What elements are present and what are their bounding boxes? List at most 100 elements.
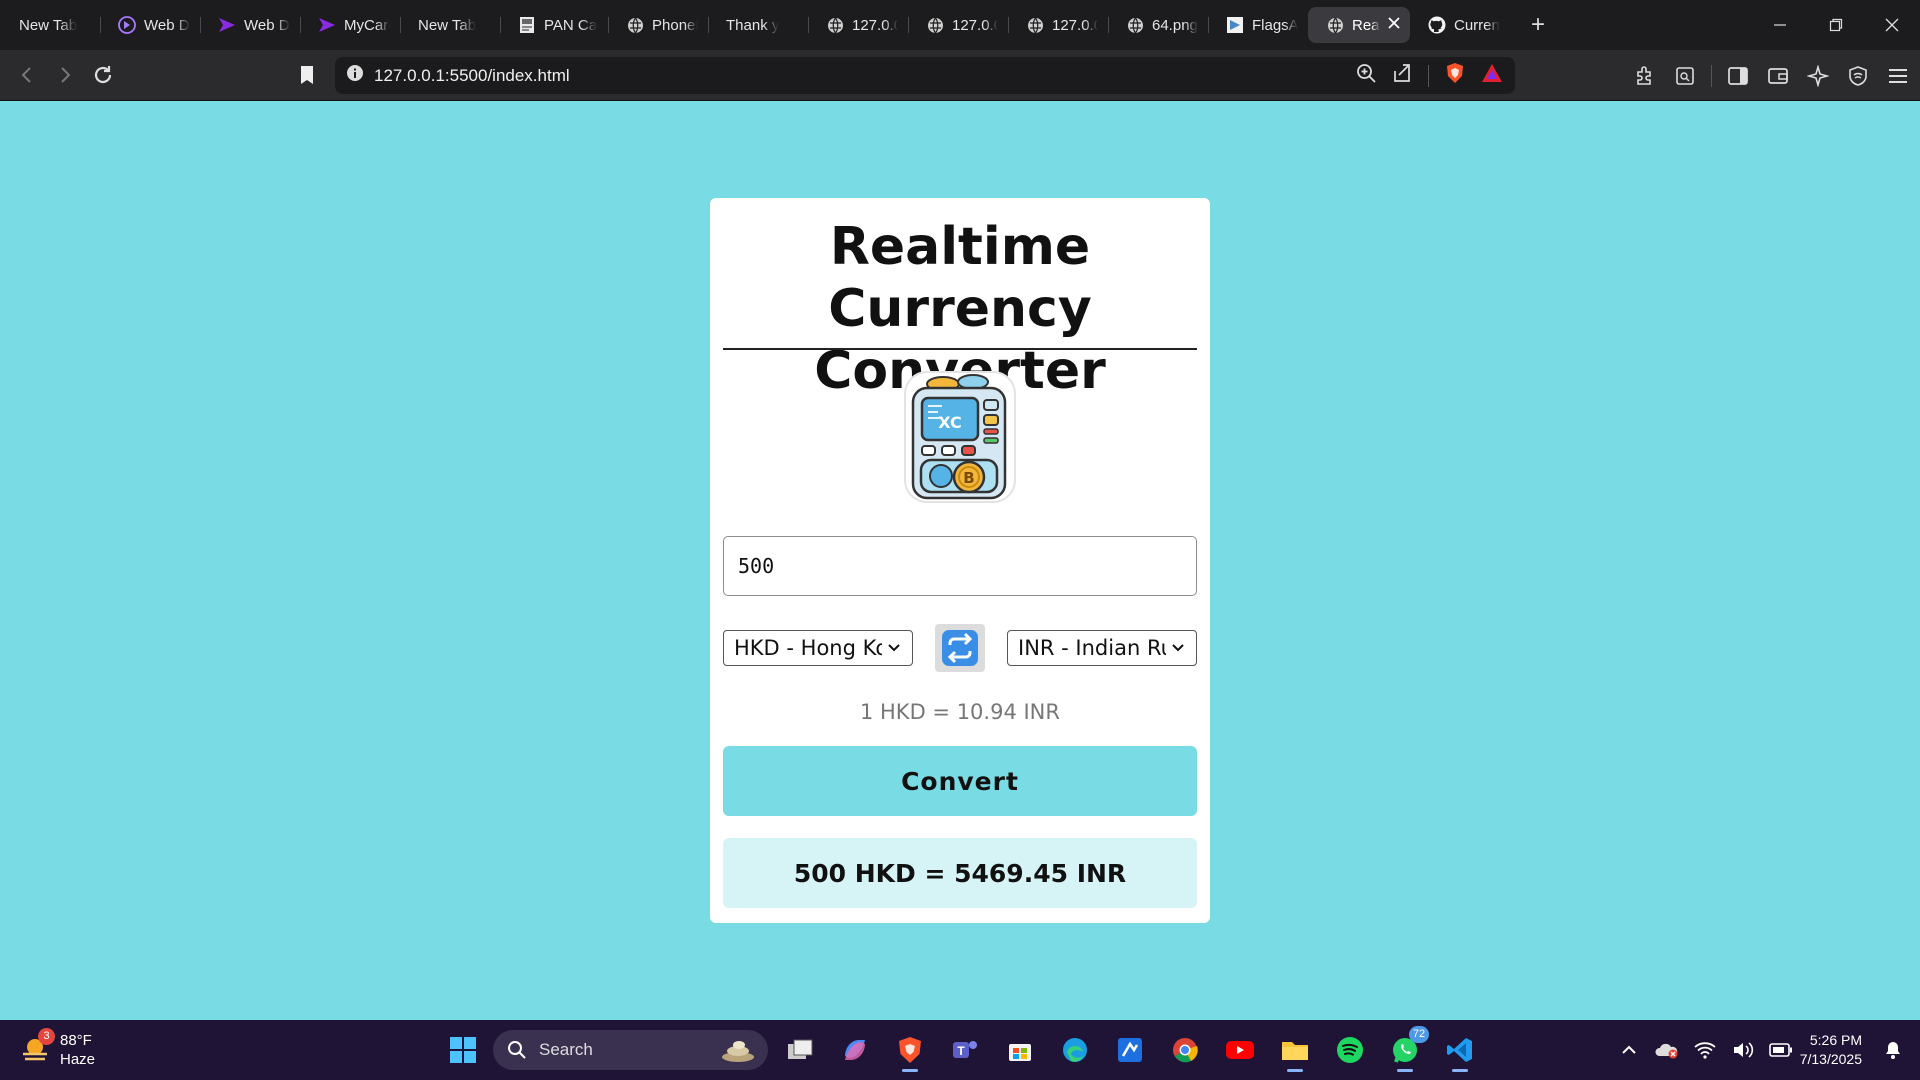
taskbar-clock[interactable]: 5:26 PM 7/13/2025	[1800, 1031, 1862, 1069]
zoom-icon[interactable]	[1356, 63, 1376, 88]
chevron-brand-icon	[318, 16, 336, 34]
convert-button[interactable]: Convert	[723, 746, 1197, 816]
chrome-icon[interactable]	[1165, 1030, 1205, 1070]
teams-icon[interactable]: T	[945, 1030, 985, 1070]
close-icon	[1885, 18, 1899, 32]
microsoft-store-icon[interactable]	[1000, 1030, 1040, 1070]
minimize-button[interactable]	[1752, 0, 1808, 50]
browser-tab[interactable]: 127.0.0	[808, 7, 908, 43]
search-label: Search	[539, 1040, 593, 1059]
minimize-icon	[1774, 24, 1786, 26]
onedrive-icon[interactable]	[1648, 1031, 1686, 1069]
start-button[interactable]	[443, 1030, 483, 1070]
browser-tab[interactable]: New Tab	[400, 7, 500, 43]
forward-button[interactable]	[46, 56, 84, 94]
puzzle-icon	[1637, 65, 1651, 85]
reload-button[interactable]	[84, 56, 122, 94]
browser-tab[interactable]: New Tab	[0, 7, 100, 43]
brave-rewards-icon[interactable]	[1481, 63, 1503, 88]
wallet-button[interactable]	[1764, 57, 1792, 95]
sidebar-button[interactable]	[1724, 57, 1752, 95]
search-highlight-icon	[722, 1041, 754, 1062]
share-icon[interactable]	[1392, 63, 1412, 88]
title-divider	[723, 348, 1197, 350]
bell-icon	[1886, 1042, 1900, 1059]
leo-ai-button[interactable]	[1804, 57, 1832, 95]
new-tab-button[interactable]: +	[1524, 11, 1552, 39]
from-currency-value: HKD - Hong Kong Dollar	[734, 636, 882, 660]
amount-input[interactable]	[723, 536, 1197, 596]
youtube-icon[interactable]	[1220, 1030, 1260, 1070]
back-arrow-icon	[21, 67, 31, 83]
brave-shields-icon[interactable]	[1445, 62, 1465, 89]
copilot-icon[interactable]	[835, 1030, 875, 1070]
vpn-button[interactable]	[1844, 57, 1872, 95]
notifications-button[interactable]	[1874, 1031, 1912, 1069]
browser-tab[interactable]: FlagsAl	[1208, 7, 1308, 43]
github-icon	[1428, 16, 1446, 34]
browser-tab[interactable]: PAN Ca	[500, 7, 608, 43]
browser-tab[interactable]: Curren	[1410, 7, 1510, 43]
show-hidden-icons-button[interactable]	[1610, 1031, 1648, 1069]
tab-list: New Tab Web De Web De MyCare New Tab PAN Ca Ph…	[0, 0, 1552, 50]
close-window-button[interactable]	[1864, 0, 1920, 50]
chevron-down-icon	[1172, 644, 1184, 652]
tab-active[interactable]: Rea	[1308, 7, 1410, 43]
volume-icon[interactable]	[1724, 1031, 1762, 1069]
extensions-button[interactable]	[1631, 57, 1659, 95]
browser-tab[interactable]: Web De	[200, 7, 300, 43]
wifi-icon[interactable]	[1686, 1031, 1724, 1069]
vscode-icon[interactable]	[1440, 1030, 1480, 1072]
spotify-icon[interactable]	[1330, 1030, 1370, 1070]
restore-icon	[1829, 18, 1843, 32]
task-view-icon[interactable]	[780, 1030, 820, 1070]
edge-icon[interactable]	[1055, 1030, 1095, 1070]
browser-toolbar: 127.0.0.1:5500/index.html	[0, 50, 1920, 101]
tab-label: Thank y	[726, 16, 780, 34]
from-currency-select[interactable]: HKD - Hong Kong Dollar	[723, 630, 913, 666]
restore-button[interactable]	[1808, 0, 1864, 50]
browser-tab[interactable]: 127.0.0	[908, 7, 1008, 43]
browser-tab[interactable]: 64.png	[1108, 7, 1208, 43]
reader-mode-button[interactable]	[1671, 57, 1699, 95]
tab-label: Web De	[244, 16, 290, 34]
file-explorer-icon[interactable]	[1275, 1030, 1315, 1072]
clock-date: 7/13/2025	[1799, 1051, 1862, 1067]
globe-icon	[1126, 16, 1144, 34]
battery-icon[interactable]	[1762, 1031, 1800, 1069]
browser-tab[interactable]: Thank y	[708, 7, 808, 43]
browser-tab[interactable]: MyCare	[300, 7, 400, 43]
edit-app-icon[interactable]	[1110, 1030, 1150, 1070]
tab-label: MyCare	[344, 16, 390, 34]
currency-exchange-machine-icon: XC B	[895, 366, 1025, 506]
menu-button[interactable]	[1884, 57, 1912, 95]
browser-tab[interactable]: PhoneF	[608, 7, 708, 43]
tab-label: 127.0.0	[852, 16, 898, 34]
whatsapp-badge: 72	[1409, 1026, 1429, 1043]
tab-label: Web De	[144, 16, 190, 34]
browser-tab[interactable]: Web De	[100, 7, 200, 43]
weather-widget[interactable]: 3 88°F Haze	[20, 1020, 95, 1080]
close-tab-icon[interactable]	[1388, 16, 1400, 34]
brave-browser-icon[interactable]	[890, 1030, 930, 1072]
taskbar-search[interactable]: Search	[493, 1030, 768, 1070]
back-button[interactable]	[8, 56, 46, 94]
site-info-icon[interactable]	[346, 64, 364, 87]
swap-currencies-button[interactable]	[935, 624, 985, 672]
globe-icon	[826, 16, 844, 34]
flag-icon	[1226, 16, 1244, 34]
whatsapp-icon[interactable]: 72	[1385, 1026, 1429, 1072]
bookmark-button[interactable]	[288, 56, 326, 94]
to-currency-select[interactable]: INR - Indian Rupee	[1007, 630, 1197, 666]
tab-label: Rea	[1352, 16, 1380, 34]
clock-time: 5:26 PM	[1809, 1032, 1862, 1048]
address-bar[interactable]: 127.0.0.1:5500/index.html	[335, 57, 1515, 94]
reload-icon	[94, 66, 112, 84]
search-icon	[508, 1041, 526, 1059]
tab-label: New Tab	[19, 16, 78, 34]
swap-arrows-icon	[942, 630, 978, 666]
chevron-brand-icon	[218, 16, 236, 34]
converter-card: Realtime Currency Converter XC	[710, 198, 1210, 923]
browser-tab[interactable]: 127.0.0	[1008, 7, 1108, 43]
forward-arrow-icon	[61, 67, 71, 83]
